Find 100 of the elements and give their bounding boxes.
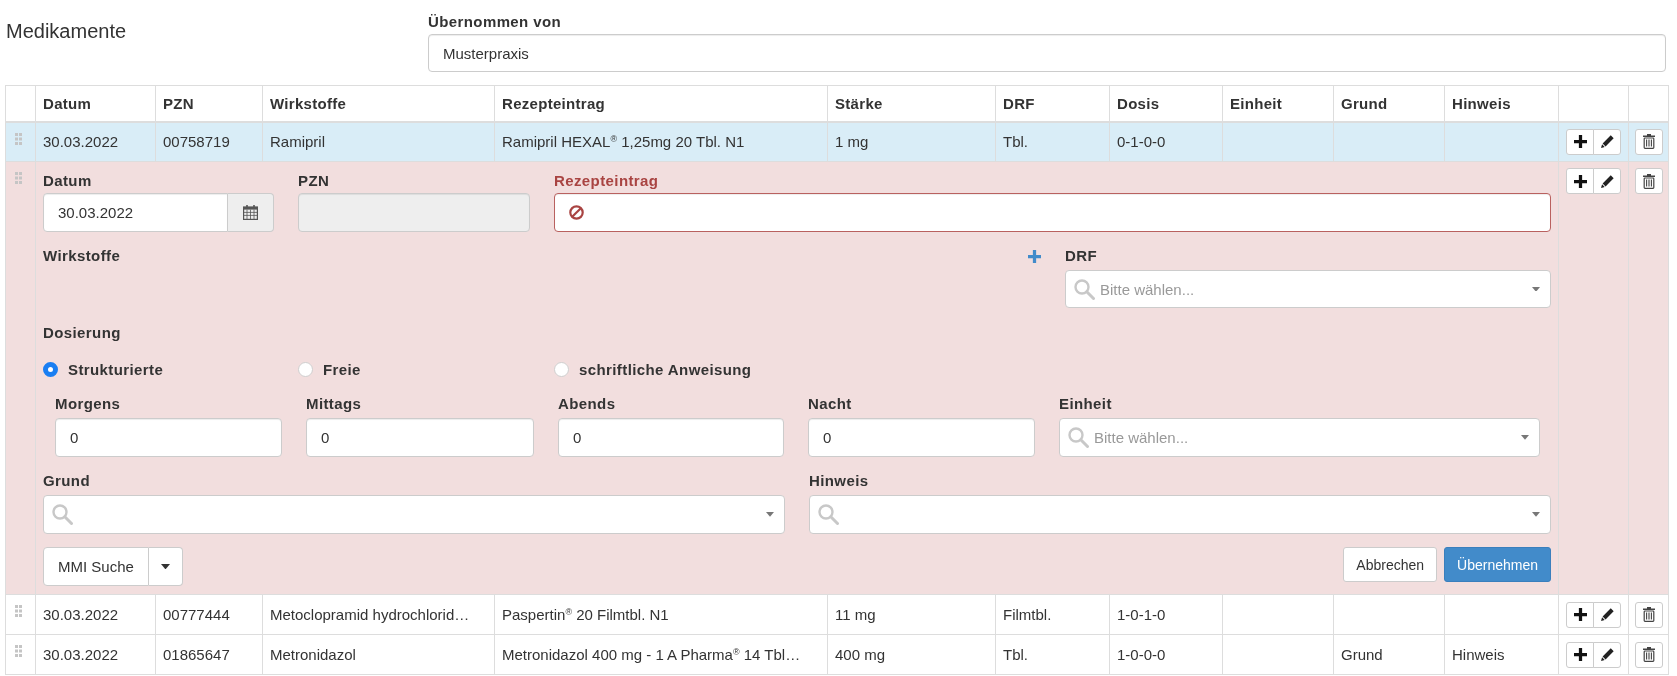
table-cell: Metronidazol bbox=[262, 634, 495, 675]
input-field[interactable]: 0 bbox=[808, 418, 1035, 457]
delete-button[interactable] bbox=[1634, 601, 1663, 628]
search-icon bbox=[52, 504, 73, 525]
column-header: Datum bbox=[35, 85, 156, 122]
table-cell: 00758719 bbox=[155, 121, 263, 162]
calendar-icon bbox=[243, 205, 258, 220]
trash-icon bbox=[1642, 607, 1655, 622]
field-label: Mittags bbox=[306, 394, 362, 414]
add-button[interactable] bbox=[1566, 168, 1594, 194]
radio-label[interactable]: Freie bbox=[323, 360, 361, 378]
table-cell: 400 mg bbox=[827, 634, 996, 675]
delete-button[interactable] bbox=[1634, 128, 1663, 155]
caret-icon bbox=[160, 563, 170, 570]
pencil-icon bbox=[1600, 648, 1614, 661]
table-cell: Filmtbl. bbox=[995, 594, 1110, 635]
field-label: Dosierung bbox=[43, 323, 121, 343]
table-cell: Tbl. bbox=[995, 634, 1110, 675]
delete-button[interactable] bbox=[1634, 641, 1663, 668]
trash-icon bbox=[1642, 647, 1655, 662]
table-cell: 01865647 bbox=[155, 634, 263, 675]
table-cell: 00777444 bbox=[155, 594, 263, 635]
input-field[interactable]: 0 bbox=[558, 418, 784, 457]
radio-button[interactable] bbox=[43, 361, 58, 377]
table-cell: 30.03.2022 bbox=[35, 634, 156, 675]
drag-handle-icon[interactable] bbox=[15, 132, 22, 145]
table-cell: 0-1-0-0 bbox=[1109, 121, 1223, 162]
cancel-button[interactable]: Abbrechen bbox=[1343, 547, 1438, 582]
pencil-icon bbox=[1600, 174, 1614, 188]
column-header: Hinweis bbox=[1444, 85, 1559, 122]
radio-button[interactable] bbox=[298, 361, 313, 377]
section-title: Medikamente bbox=[6, 19, 127, 43]
search-button[interactable]: MMI Suche bbox=[43, 547, 149, 586]
field-label: Einheit bbox=[1059, 394, 1112, 414]
plus-icon bbox=[1573, 608, 1587, 621]
select-field[interactable] bbox=[43, 495, 785, 534]
caret-icon bbox=[766, 512, 774, 517]
search-icon bbox=[1068, 427, 1089, 448]
caret-icon bbox=[1532, 286, 1540, 292]
add-button[interactable] bbox=[1566, 641, 1594, 668]
search-icon bbox=[818, 504, 839, 525]
edit-button[interactable] bbox=[1593, 641, 1621, 668]
ban-icon bbox=[569, 205, 584, 220]
column-header: Stärke bbox=[827, 85, 996, 122]
delete-button[interactable] bbox=[1634, 168, 1663, 194]
edit-button[interactable] bbox=[1593, 601, 1621, 628]
date-input[interactable]: 30.03.2022 bbox=[43, 193, 228, 232]
table-cell: 30.03.2022 bbox=[35, 594, 156, 635]
field-label: Grund bbox=[43, 471, 90, 491]
table-cell: Hinweis bbox=[1444, 634, 1559, 675]
apply-button[interactable]: Übernehmen bbox=[1444, 547, 1551, 582]
caret-icon bbox=[1532, 512, 1540, 517]
field-label: Wirkstoffe bbox=[43, 246, 121, 266]
table-cell: 30.03.2022 bbox=[35, 121, 156, 162]
table-cell: Metoclopramid hydrochlorid… bbox=[262, 594, 495, 635]
table-cell: 1 mg bbox=[827, 121, 996, 162]
table-cell: Ramipril bbox=[262, 121, 495, 162]
input-field[interactable] bbox=[554, 193, 1551, 232]
drag-handle-icon[interactable] bbox=[15, 172, 22, 184]
input-field[interactable]: 0 bbox=[55, 418, 282, 457]
radio-label[interactable]: Strukturierte bbox=[68, 360, 164, 378]
plus-icon bbox=[1573, 648, 1587, 661]
column-header: Grund bbox=[1333, 85, 1445, 122]
search-icon bbox=[1074, 278, 1095, 300]
edit-button[interactable] bbox=[1593, 168, 1621, 194]
plus-icon[interactable] bbox=[1028, 249, 1041, 263]
column-header: PZN bbox=[155, 85, 263, 122]
table-cell: Ramipril HEXAL$^{®}$ 1,25mg 20 Tbl. N1 bbox=[494, 121, 828, 162]
input-field[interactable]: Musterpraxis bbox=[428, 34, 1666, 72]
pencil-icon bbox=[1600, 135, 1614, 149]
input-field[interactable]: 0 bbox=[306, 418, 534, 457]
select-field[interactable] bbox=[809, 495, 1551, 534]
edit-button[interactable] bbox=[1593, 128, 1621, 155]
table-row[interactable]: 30.03.2022 01865647 Metronidazol Metronidazol 400 mg - 1 A Pharma$^{®}$ 14 Tbl… 400 mg Tbl. 1-0-0-0 Grund Hinweis bbox=[5, 634, 1669, 675]
radio-button[interactable] bbox=[554, 361, 569, 377]
plus-icon bbox=[1573, 174, 1587, 188]
trash-icon bbox=[1642, 173, 1655, 189]
caret-icon bbox=[1521, 435, 1529, 440]
calendar-button[interactable] bbox=[228, 193, 274, 232]
drag-handle-icon[interactable] bbox=[15, 645, 22, 657]
table-cell: 11 mg bbox=[827, 594, 996, 635]
add-button[interactable] bbox=[1566, 601, 1594, 628]
column-header: Rezepteintrag bbox=[494, 85, 828, 122]
radio-label[interactable]: schriftliche Anweisung bbox=[579, 360, 752, 378]
pencil-icon bbox=[1600, 608, 1614, 621]
field-label: Übernommen von bbox=[428, 12, 562, 32]
table-cell: Tbl. bbox=[995, 121, 1110, 162]
field-label: Morgens bbox=[55, 394, 121, 414]
column-header: Dosis bbox=[1109, 85, 1223, 122]
trash-icon bbox=[1642, 134, 1655, 150]
table-row[interactable]: 30.03.2022 00777444 Metoclopramid hydrochlorid… Paspertin$^{®}$ 20 Filmtbl. N1 11 mg Filmtbl. 1-0-1-0 bbox=[5, 594, 1669, 635]
field-label: Hinweis bbox=[809, 471, 869, 491]
table-cell: 1-0-0-0 bbox=[1109, 634, 1223, 675]
dropdown-toggle[interactable] bbox=[148, 547, 183, 586]
drag-handle-icon[interactable] bbox=[15, 605, 22, 617]
table-row[interactable]: 30.03.2022 00758719 Ramipril Ramipril HEXAL$^{®}$ 1,25mg 20 Tbl. N1 1 mg Tbl. 0-1-0-0 bbox=[5, 121, 1669, 162]
field-label: Rezepteintrag bbox=[554, 171, 659, 191]
add-button[interactable] bbox=[1566, 128, 1594, 155]
field-label: DRF bbox=[1065, 246, 1098, 266]
field-label: Datum bbox=[43, 171, 92, 191]
